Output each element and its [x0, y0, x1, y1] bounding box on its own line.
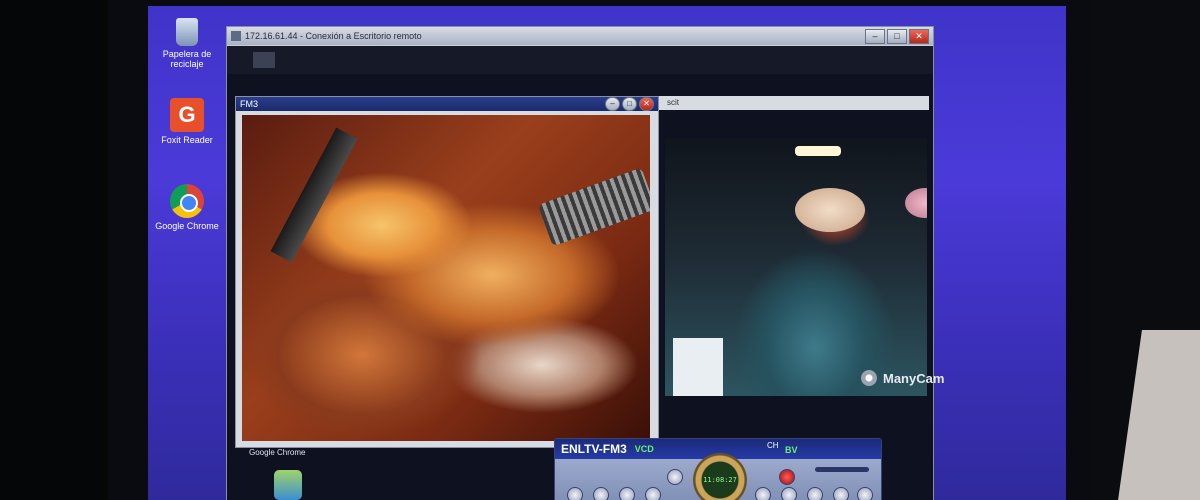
remote-desktop-window[interactable]: 172.16.61.44 - Conexión a Escritorio rem… [226, 26, 944, 500]
remote-toolbar [227, 46, 933, 74]
player-clock: 11:08:27 [693, 453, 747, 500]
recycle-bin-icon [176, 18, 198, 46]
manycam-watermark: ManyCam [861, 370, 944, 386]
desktop-icon-label: Foxit Reader [161, 135, 213, 145]
manycam-label: ManyCam [883, 370, 945, 386]
maximize-button[interactable]: □ [622, 97, 637, 111]
surgical-lamp [795, 146, 841, 156]
toolbar-thumbnail-icon[interactable] [253, 52, 275, 68]
minimize-button[interactable]: – [865, 29, 885, 44]
background-edge [1090, 0, 1200, 500]
channel-label: CH [767, 441, 779, 450]
rewind-button[interactable] [807, 487, 823, 500]
operating-room-video [665, 138, 927, 396]
source-label: BV [785, 445, 798, 455]
minimize-button[interactable]: – [605, 97, 620, 111]
snapshot-button[interactable] [645, 487, 661, 500]
trocar-instrument [537, 167, 650, 247]
next-button[interactable] [619, 487, 635, 500]
play-button[interactable] [755, 487, 771, 500]
foxit-icon: G [170, 98, 204, 132]
surgeon-cap [795, 188, 865, 232]
volume-slider[interactable] [815, 467, 869, 472]
app-shortcut-icon[interactable] [274, 470, 302, 500]
taskbar-label: Google Chrome [249, 448, 306, 457]
desktop-icon-foxit[interactable]: G Foxit Reader [152, 98, 222, 145]
forward-button[interactable] [833, 487, 849, 500]
close-button[interactable]: ✕ [639, 97, 654, 111]
remote-desktop-content: FM3 – □ ✕ Google Chrome scit ManyCam [227, 46, 944, 500]
laparoscopy-video [242, 115, 650, 441]
clock-time: 11:08:27 [703, 476, 737, 484]
remote-desktop-titlebar[interactable]: 172.16.61.44 - Conexión a Escritorio rem… [227, 27, 933, 45]
manycam-icon [861, 370, 877, 386]
desktop-icon-label: Google Chrome [155, 221, 219, 231]
window-title: 172.16.61.44 - Conexión a Escritorio rem… [245, 31, 422, 41]
settings-button[interactable] [667, 469, 683, 485]
prev-button[interactable] [593, 487, 609, 500]
desktop-icon-chrome[interactable]: Google Chrome [152, 184, 222, 231]
player-mode: VCD [634, 444, 654, 454]
laparoscopy-title: FM3 [240, 99, 258, 109]
desktop-icon-label: Papelera de reciclaje [162, 49, 212, 69]
drape [673, 338, 723, 396]
stop-button[interactable] [781, 487, 797, 500]
remote-desktop-icon [231, 31, 241, 41]
record-icon[interactable] [779, 469, 795, 485]
desktop: Papelera de reciclaje G Foxit Reader Goo… [148, 6, 1066, 500]
laparoscopy-titlebar[interactable]: FM3 – □ ✕ [236, 97, 658, 111]
or-window-titlebar[interactable]: scit [659, 96, 929, 110]
grasper-instrument [270, 127, 358, 263]
player-title: ENLTV-FM3 [561, 442, 627, 456]
power-button[interactable] [567, 487, 583, 500]
close-button[interactable]: ✕ [909, 29, 929, 44]
maximize-button[interactable]: □ [887, 29, 907, 44]
chrome-icon [170, 184, 204, 218]
desktop-icon-recycle-bin[interactable]: Papelera de reciclaje [152, 18, 222, 69]
volume-button[interactable] [857, 487, 873, 500]
tv-player[interactable]: ENLTV-FM3 VCD CH BV 11:08:27 [554, 438, 882, 500]
laparoscopy-window[interactable]: FM3 – □ ✕ [235, 96, 659, 448]
nurse-cap [905, 188, 927, 218]
